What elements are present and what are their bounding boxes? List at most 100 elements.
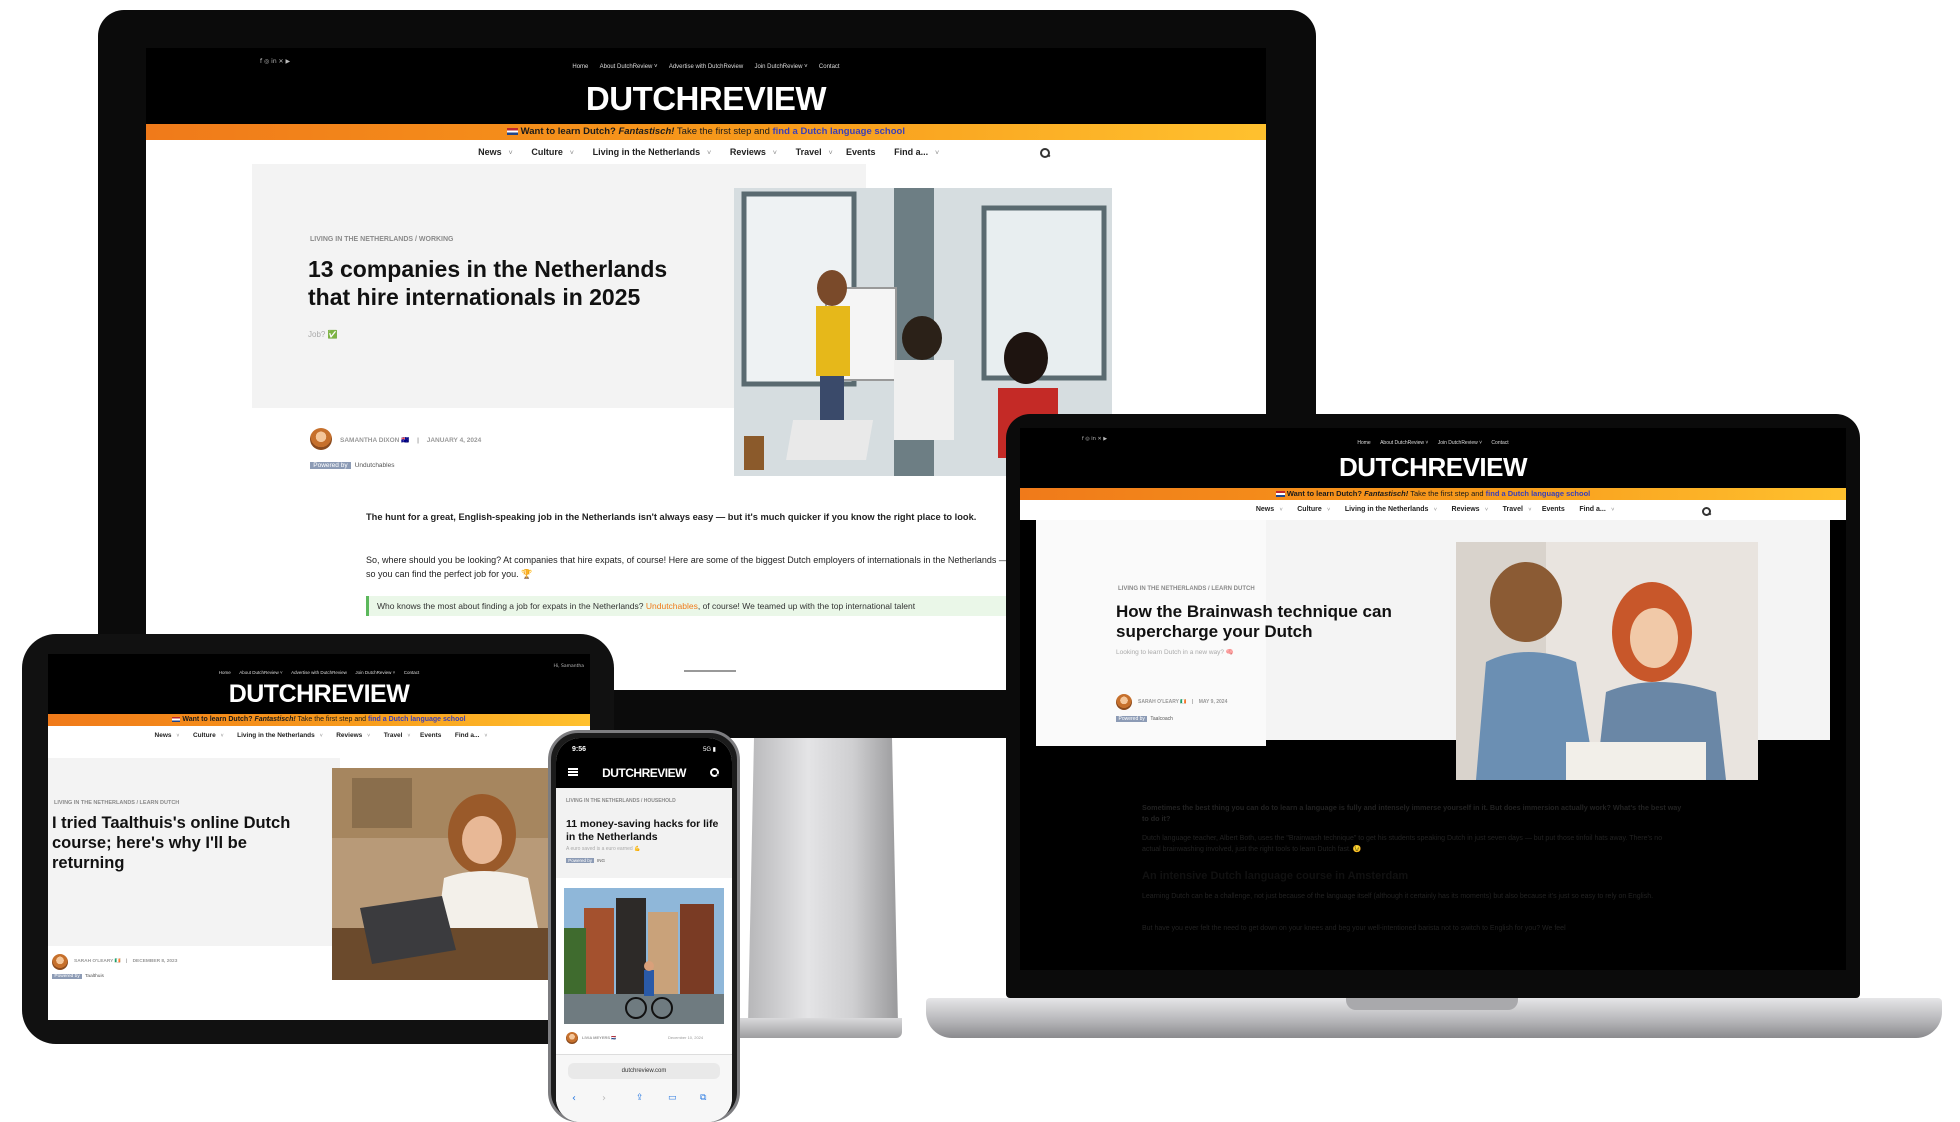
author-name[interactable]: LIVIA MEYERS 🇳🇱 — [582, 1035, 616, 1040]
menu-reviews[interactable]: Reviews ˅ — [724, 147, 777, 157]
menu-news[interactable]: News ˅ — [473, 147, 513, 157]
banner-middle: Take the first step and — [676, 126, 770, 137]
article-subtitle: Job? ✅ — [308, 330, 338, 339]
top-nav-contact[interactable]: Contact — [819, 64, 840, 70]
browser-chrome: dutchreview.com ‹ › ⇪ ▭ ⧉ — [556, 1054, 732, 1122]
top-nav-about[interactable]: About DutchReview ˅ — [1380, 440, 1428, 446]
status-time: 9:56 — [572, 746, 587, 753]
top-nav-join[interactable]: Join DutchReview ˅ — [1438, 440, 1482, 446]
scroll-indicator — [684, 670, 736, 672]
menu-news[interactable]: News ˅ — [1252, 506, 1283, 513]
top-nav-about[interactable]: About DutchReview ˅ — [239, 670, 282, 675]
callout-link[interactable]: Undutchables — [646, 601, 698, 611]
nl-flag-icon — [507, 127, 519, 135]
author-name[interactable]: SARAH O'LEARY 🇮🇪 — [74, 959, 121, 964]
article-title: 13 companies in the Netherlands that hir… — [308, 256, 668, 310]
menu-travel[interactable]: Travel ˅ — [1498, 506, 1532, 513]
menu-news[interactable]: News ˅ — [151, 732, 180, 739]
menu-culture[interactable]: Culture ˅ — [189, 732, 224, 739]
phone-header: 9:56 5G ▮ DUTCHREVIEW — [556, 738, 732, 788]
back-icon[interactable]: ‹ — [572, 1093, 576, 1104]
promo-banner[interactable]: Want to learn Dutch? Fantastisch! Take t… — [146, 124, 1266, 140]
address-bar[interactable]: dutchreview.com — [568, 1063, 720, 1079]
top-nav-home[interactable]: Home — [1357, 440, 1370, 446]
promo-banner[interactable]: Want to learn Dutch? Fantastisch! Take t… — [48, 714, 590, 726]
search-icon[interactable] — [1040, 148, 1050, 158]
search-icon[interactable] — [710, 768, 719, 777]
bookmarks-icon[interactable]: ▭ — [668, 1093, 677, 1103]
article-subtitle: Looking to learn Dutch in a new way? 🧠 — [1116, 649, 1234, 656]
site-logo[interactable]: DUTCHREVIEW — [556, 766, 732, 780]
banner-word: Fantastisch! — [618, 126, 675, 137]
sponsor-name[interactable]: Undutchables — [355, 462, 395, 469]
article-date: December 10, 2024 — [668, 1035, 704, 1040]
breadcrumb[interactable]: LIVING IN THE NETHERLANDS / WORKING — [310, 236, 454, 243]
article-intro: Sometimes the best thing you can do to l… — [1142, 803, 1682, 824]
article-title: How the Brainwash technique can supercha… — [1116, 602, 1392, 642]
article-paragraph-2: Learning Dutch can be a challenge, not j… — [1142, 893, 1654, 900]
sponsor-name[interactable]: Taalthuis — [85, 974, 104, 979]
top-nav-join[interactable]: Join DutchReview ˅ — [754, 64, 807, 70]
top-nav-about[interactable]: About DutchReview ˅ — [600, 64, 658, 70]
menu-culture[interactable]: Culture ˅ — [1293, 506, 1330, 513]
sponsor-tag: Powered by Taalcoach — [1116, 716, 1173, 722]
breadcrumb[interactable]: LIVING IN THE NETHERLANDS / LEARN DUTCH — [54, 800, 179, 806]
author-name[interactable]: SAMANTHA DIXON 🇦🇺 — [340, 437, 409, 444]
article-intro: The hunt for a great, English-speaking j… — [366, 512, 977, 522]
menu-events[interactable]: Events — [420, 732, 441, 739]
site-logo[interactable]: DUTCHREVIEW — [1020, 452, 1846, 483]
breadcrumb[interactable]: LIVING IN THE NETHERLANDS / LEARN DUTCH — [1118, 586, 1255, 592]
top-nav-advertise[interactable]: Advertise with DutchReview — [291, 670, 347, 675]
menu-events[interactable]: Events — [846, 147, 876, 157]
menu-find[interactable]: Find a... ˅ — [889, 147, 939, 157]
article-date: MAY 9, 2024 — [1198, 699, 1228, 705]
forward-icon[interactable]: › — [602, 1093, 606, 1104]
site-top-bar: f ◎ in ✕ ▶ Home About DutchReview ˅ Join… — [1020, 428, 1846, 492]
share-icon[interactable]: ⇪ — [636, 1093, 644, 1103]
phone-screen: 9:56 5G ▮ DUTCHREVIEW LIVING IN THE NETH… — [556, 738, 732, 1122]
top-nav-home[interactable]: Home — [219, 670, 231, 675]
menu-reviews[interactable]: Reviews ˅ — [332, 732, 370, 739]
promo-banner[interactable]: Want to learn Dutch? Fantastisch! Take t… — [1020, 488, 1846, 500]
menu-find[interactable]: Find a... ˅ — [1575, 506, 1614, 513]
user-greeting[interactable]: Hi, Samantha — [554, 664, 584, 669]
author-avatar[interactable] — [566, 1032, 578, 1044]
breadcrumb[interactable]: LIVING IN THE NETHERLANDS / HOUSEHOLD — [566, 798, 716, 805]
author-avatar[interactable] — [310, 428, 332, 450]
search-icon[interactable] — [1702, 507, 1711, 516]
sponsor-name[interactable]: ING — [597, 858, 605, 863]
sponsor-name[interactable]: Taalcoach — [1150, 716, 1173, 722]
powered-by-badge: Powered by — [566, 858, 595, 863]
menu-travel[interactable]: Travel ˅ — [380, 732, 411, 739]
top-nav-advertise[interactable]: Advertise with DutchReview — [669, 64, 743, 70]
top-nav-contact[interactable]: Contact — [1491, 440, 1508, 446]
author-meta: SARAH O'LEARY 🇮🇪 | DECEMBER 8, 2023 — [74, 959, 178, 964]
tabs-icon[interactable]: ⧉ — [700, 1093, 706, 1103]
top-nav-join[interactable]: Join DutchReview ˅ — [355, 670, 395, 675]
article-title: 11 money-saving hacks for life in the Ne… — [566, 818, 719, 843]
author-avatar[interactable] — [1116, 694, 1132, 710]
site-logo[interactable]: DUTCHREVIEW — [48, 680, 590, 709]
menu-culture[interactable]: Culture ˅ — [526, 147, 574, 157]
menu-travel[interactable]: Travel ˅ — [790, 147, 833, 157]
article-subtitle: A euro saved is a euro earned 💪 — [566, 846, 641, 852]
menu-living[interactable]: Living in the Netherlands ˅ — [233, 732, 323, 739]
author-name[interactable]: SARAH O'LEARY 🇮🇪 — [1138, 699, 1187, 705]
menu-find[interactable]: Find a... ˅ — [451, 732, 488, 739]
menu-reviews[interactable]: Reviews ˅ — [1447, 506, 1489, 513]
author-avatar[interactable] — [52, 954, 68, 970]
top-nav-home[interactable]: Home — [572, 64, 588, 70]
banner-link[interactable]: find a Dutch language school — [1486, 489, 1591, 498]
sponsor-tag: Powered by Undutchables — [310, 462, 394, 469]
article-paragraph: So, where should you be looking? At comp… — [366, 555, 1008, 579]
menu-events[interactable]: Events — [1542, 506, 1565, 513]
banner-link[interactable]: find a Dutch language school — [773, 126, 905, 137]
site-logo[interactable]: DUTCHREVIEW — [146, 80, 1266, 118]
top-nav-contact[interactable]: Contact — [404, 670, 420, 675]
tablet-screen: Hi, Samantha Home About DutchReview ˅ Ad… — [48, 654, 590, 1020]
powered-by-badge: Powered by — [52, 974, 83, 979]
section-heading: An intensive Dutch language course in Am… — [1142, 870, 1409, 882]
menu-living[interactable]: Living in the Netherlands ˅ — [587, 147, 712, 157]
banner-link[interactable]: find a Dutch language school — [368, 716, 466, 723]
menu-living[interactable]: Living in the Netherlands ˅ — [1341, 506, 1437, 513]
